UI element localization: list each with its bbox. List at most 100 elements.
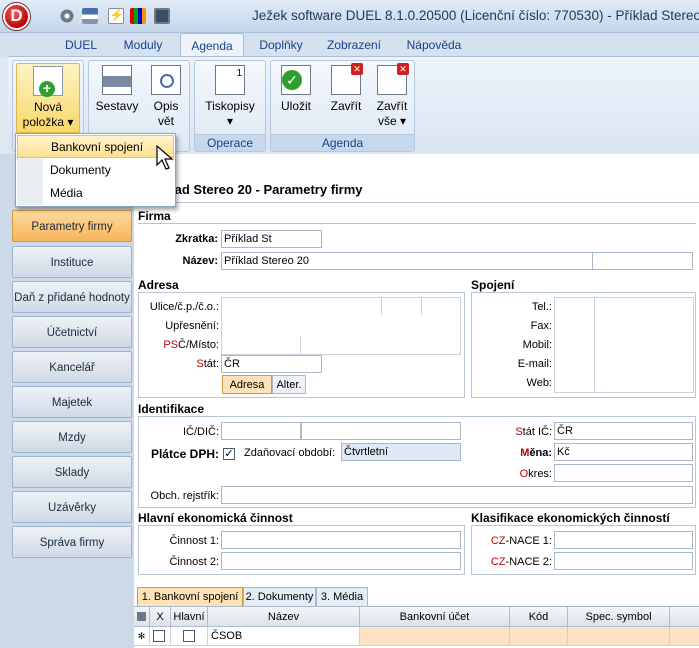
dic-input[interactable] bbox=[301, 422, 461, 440]
grid-cell-x[interactable] bbox=[150, 627, 171, 646]
nav-majetek[interactable]: Majetek bbox=[12, 386, 132, 418]
row-hlavni-checkbox[interactable] bbox=[183, 630, 195, 642]
settings-icon[interactable] bbox=[59, 8, 75, 24]
ulozit-label: Uložit bbox=[280, 99, 311, 113]
tab-duel[interactable]: DUEL bbox=[55, 33, 107, 57]
tab-agenda[interactable]: Agenda bbox=[180, 33, 244, 57]
grid-cell-ucet[interactable] bbox=[360, 627, 510, 646]
chart-icon[interactable] bbox=[130, 8, 146, 24]
obdobi-select[interactable]: Čtvrtletní bbox=[341, 443, 461, 461]
tab-alter[interactable]: Alter. bbox=[272, 375, 306, 394]
nav-instituce[interactable]: Instituce bbox=[12, 246, 132, 278]
sestavy-button[interactable]: Sestavy bbox=[93, 63, 141, 114]
stat-ic-input[interactable]: ČR bbox=[554, 422, 693, 440]
nav-parametry-firmy[interactable]: Parametry firmy bbox=[12, 210, 132, 242]
zkratka-label: Zkratka: bbox=[150, 233, 218, 245]
grid-cell-nazev[interactable]: ČSOB bbox=[208, 627, 360, 646]
fax-label: Fax: bbox=[530, 320, 552, 332]
tab-zobrazeni[interactable]: Zobrazení bbox=[318, 33, 390, 57]
zkratka-input[interactable]: Příklad St bbox=[221, 230, 322, 248]
new-item-dropdown: Bankovní spojení Dokumenty Média bbox=[15, 133, 176, 207]
app-logo[interactable]: D bbox=[3, 3, 30, 30]
cinnost1-input[interactable] bbox=[221, 531, 461, 549]
section-adresa: Adresa bbox=[138, 278, 179, 292]
field-separator bbox=[594, 297, 595, 393]
section-hlavni: Hlavní ekonomická činnost bbox=[138, 511, 293, 525]
ulozit-button[interactable]: ✓ Uložit bbox=[275, 63, 317, 114]
nav-mzdy[interactable]: Mzdy bbox=[12, 421, 132, 453]
group-label-operace: Operace bbox=[195, 134, 265, 151]
close-all-icon: ✕ bbox=[377, 63, 409, 95]
cinnost2-label: Činnost 2: bbox=[169, 556, 219, 568]
nazev-label: Název: bbox=[150, 255, 218, 267]
nace2-red: CZ bbox=[490, 556, 506, 568]
nav-uzaverky[interactable]: Uzávěrky bbox=[12, 491, 132, 523]
printer-icon bbox=[102, 65, 132, 95]
window-title: Ježek software DUEL 8.1.0.20500 (Licenčn… bbox=[252, 8, 699, 23]
grid-cell-spec-symbol[interactable] bbox=[568, 627, 670, 646]
tab-doplnky[interactable]: Doplňky bbox=[250, 33, 312, 57]
menu-item-media[interactable]: Média bbox=[17, 182, 174, 205]
cinnost2-input[interactable] bbox=[221, 552, 461, 570]
zavrit-vse-button[interactable]: ✕ Zavřít vše ▾ bbox=[371, 63, 413, 129]
nav-sklady[interactable]: Sklady bbox=[12, 456, 132, 488]
nazev-input[interactable]: Příklad Stereo 20 bbox=[221, 252, 693, 270]
section-identifikace: Identifikace bbox=[138, 402, 205, 416]
lightning-icon[interactable]: ⚡ bbox=[108, 8, 124, 24]
platce-checkbox[interactable]: ✓ bbox=[223, 448, 235, 460]
tiskopisy-arrow: ▾ bbox=[226, 114, 234, 128]
nav-ucetnictvi[interactable]: Účetnictví bbox=[12, 316, 132, 348]
ulice-label: Ulice/č.p./č.o.: bbox=[149, 301, 219, 313]
adresa-fields[interactable] bbox=[221, 297, 461, 355]
grid-header-x[interactable]: X bbox=[150, 607, 171, 627]
new-item-label-2: položka ▾ bbox=[22, 115, 74, 129]
grid-header-nazev[interactable]: Název bbox=[208, 607, 360, 627]
new-item-button[interactable]: + Nová položka ▾ bbox=[16, 63, 80, 133]
nav-kancelar[interactable]: Kancelář bbox=[12, 351, 132, 383]
ic-input[interactable] bbox=[221, 422, 301, 440]
nace2-input[interactable] bbox=[554, 552, 693, 570]
save-icon[interactable] bbox=[154, 8, 170, 24]
tab-bankovni-spojeni[interactable]: 1. Bankovní spojení bbox=[137, 587, 243, 606]
tab-adresa[interactable]: Adresa bbox=[222, 375, 272, 394]
nav-dph[interactable]: Daň z přidané hodnoty bbox=[12, 281, 132, 313]
tab-napoveda[interactable]: Nápověda bbox=[398, 33, 470, 57]
mena-input[interactable]: Kč bbox=[554, 443, 693, 461]
okres-input[interactable] bbox=[554, 464, 693, 482]
grid-header-hlavni[interactable]: Hlavní bbox=[171, 607, 208, 627]
grid-cell-hlavni[interactable] bbox=[171, 627, 208, 646]
zavrit-button[interactable]: ✕ Zavřít bbox=[325, 63, 367, 114]
row-x-checkbox[interactable] bbox=[153, 630, 165, 642]
spojeni-fields[interactable] bbox=[554, 297, 694, 393]
rejstrik-input[interactable] bbox=[221, 486, 693, 504]
menu-item-bankovni-spojeni[interactable]: Bankovní spojení bbox=[17, 135, 174, 158]
ribbon-group-agenda: ✓ Uložit ✕ Zavřít ✕ Zavřít vše ▾ Agenda bbox=[270, 60, 415, 152]
grid-header-kod[interactable]: Kód bbox=[510, 607, 568, 627]
zkratka-label-text: Zkratka: bbox=[175, 233, 218, 245]
print-preview-icon bbox=[151, 65, 181, 95]
nace1-input[interactable] bbox=[554, 531, 693, 549]
mena-label: Měna: bbox=[480, 447, 552, 459]
tab-moduly[interactable]: Moduly bbox=[112, 33, 174, 57]
grid-cell-extra[interactable] bbox=[670, 627, 699, 646]
close-window-icon: ✕ bbox=[331, 63, 363, 95]
tiskopisy-button[interactable]: 1 Tiskopisy ▾ bbox=[201, 63, 259, 129]
nav-sprava-firmy[interactable]: Správa firmy bbox=[12, 526, 132, 558]
opis-label-1: Opis bbox=[153, 99, 179, 113]
printer-icon[interactable] bbox=[82, 8, 98, 24]
grid-header-spec-symbol[interactable]: Spec. symbol bbox=[568, 607, 670, 627]
tab-media[interactable]: 3. Média bbox=[316, 587, 368, 606]
nace1-rest: -NACE 1: bbox=[505, 535, 552, 547]
opis-vet-button[interactable]: Opis vět bbox=[145, 63, 187, 129]
grid-header-ucet[interactable]: Bankovní účet bbox=[360, 607, 510, 627]
psc-label: PSČ/Místo: bbox=[140, 339, 219, 351]
tab-dokumenty[interactable]: 2. Dokumenty bbox=[243, 587, 316, 606]
stat-input[interactable]: ČR bbox=[221, 355, 322, 373]
grid-settings-icon[interactable] bbox=[137, 612, 146, 621]
menu-item-dokumenty[interactable]: Dokumenty bbox=[17, 159, 174, 182]
mobil-label: Mobil: bbox=[522, 339, 552, 351]
grid-cell-kod[interactable] bbox=[510, 627, 568, 646]
email-label: E-mail: bbox=[517, 358, 552, 370]
menu-tabs: DUEL Moduly Agenda Doplňky Zobrazení Náp… bbox=[0, 33, 699, 57]
nace1-red: CZ bbox=[490, 535, 506, 547]
